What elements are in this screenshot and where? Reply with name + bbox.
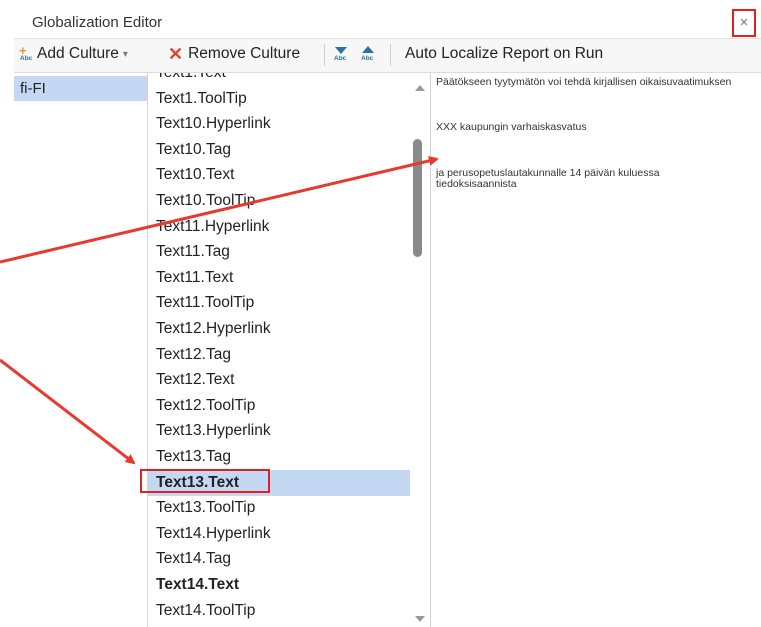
value-text-line-1[interactable]: Päätökseen tyytymätön voi tehdä kirjalli… (436, 77, 736, 88)
resource-key-item[interactable]: Text14.Hyperlink (148, 521, 410, 547)
culture-item-fi-fi[interactable]: fi-FI (14, 76, 147, 101)
dialog-title: Globalization Editor (32, 14, 163, 31)
resource-key-item[interactable]: Text11.ToolTip (148, 290, 410, 316)
scroll-thumb[interactable] (413, 139, 422, 257)
auto-localize-label: Auto Localize Report on Run (405, 45, 604, 62)
resource-key-item[interactable]: Text12.ToolTip (148, 393, 410, 419)
resource-key-item[interactable]: Text10.ToolTip (148, 188, 410, 214)
toolbar-divider (390, 44, 391, 66)
remove-culture-button[interactable]: ✕ Remove Culture (168, 45, 300, 63)
remove-icon: ✕ (168, 44, 184, 64)
resource-key-item[interactable]: Text14.ToolTip (148, 598, 410, 624)
close-icon: × (739, 14, 749, 31)
sort-descending-icon: Abc (332, 44, 350, 64)
scroll-up-arrow-icon[interactable] (415, 85, 425, 91)
resource-key-item[interactable]: Text10.Hyperlink (148, 111, 410, 137)
add-culture-icon: + Abc (19, 43, 33, 62)
resource-key-item[interactable]: Text12.Hyperlink (148, 316, 410, 342)
toolbar: + Abc Add Culture ▾ ✕ Remove Culture Abc… (14, 39, 761, 73)
resource-key-item[interactable]: Text10.Text (148, 162, 410, 188)
sort-descending-button[interactable]: Abc (332, 44, 350, 64)
resource-key-item[interactable]: Text10.Tag (148, 137, 410, 163)
auto-localize-toggle[interactable]: Auto Localize Report on Run (405, 45, 603, 63)
scroll-down-arrow-icon[interactable] (415, 616, 425, 622)
resource-key-item[interactable]: Text12.Text (148, 367, 410, 393)
translation-values-panel: Päätökseen tyytymätön voi tehdä kirjalli… (431, 73, 761, 627)
resource-key-item[interactable]: Text11.Hyperlink (148, 214, 410, 240)
resource-key-item[interactable]: Text14.Text (148, 572, 410, 598)
dialog-title-bar: Globalization Editor × (14, 9, 761, 39)
resource-key-item[interactable]: Text13.ToolTip (148, 495, 410, 521)
resource-key-item[interactable]: Text1.Text (148, 73, 410, 86)
sort-ascending-button[interactable]: Abc (359, 44, 377, 64)
resource-keys-list: Text1.TextText1.ToolTipText10.HyperlinkT… (148, 73, 431, 627)
value-text-line-2[interactable]: XXX kaupungin varhaiskasvatus (436, 122, 736, 133)
close-button[interactable]: × (732, 9, 756, 37)
chevron-down-icon: ▾ (122, 48, 128, 60)
annotation-highlight-box (140, 469, 270, 493)
resource-key-item[interactable]: Text13.Tag (148, 444, 410, 470)
cultures-list: fi-FI (14, 73, 148, 627)
add-culture-label: Add Culture (37, 45, 119, 62)
resource-key-item[interactable]: Text1.ToolTip (148, 86, 410, 112)
resource-key-item[interactable]: Text13.Hyperlink (148, 418, 410, 444)
remove-culture-label: Remove Culture (188, 45, 301, 62)
sort-ascending-icon: Abc (359, 44, 377, 64)
keys-scrollbar[interactable] (410, 73, 430, 627)
resource-key-item[interactable]: Text12.Tag (148, 342, 410, 368)
value-text-line-3[interactable]: ja perusopetuslautakunnalle 14 päivän ku… (436, 168, 736, 190)
resource-key-item[interactable]: Text14.Tag (148, 546, 410, 572)
toolbar-divider (324, 44, 325, 66)
resource-key-item[interactable]: Text11.Text (148, 265, 410, 291)
resource-key-item[interactable]: Text11.Tag (148, 239, 410, 265)
add-culture-button[interactable]: + Abc Add Culture ▾ (19, 43, 128, 63)
